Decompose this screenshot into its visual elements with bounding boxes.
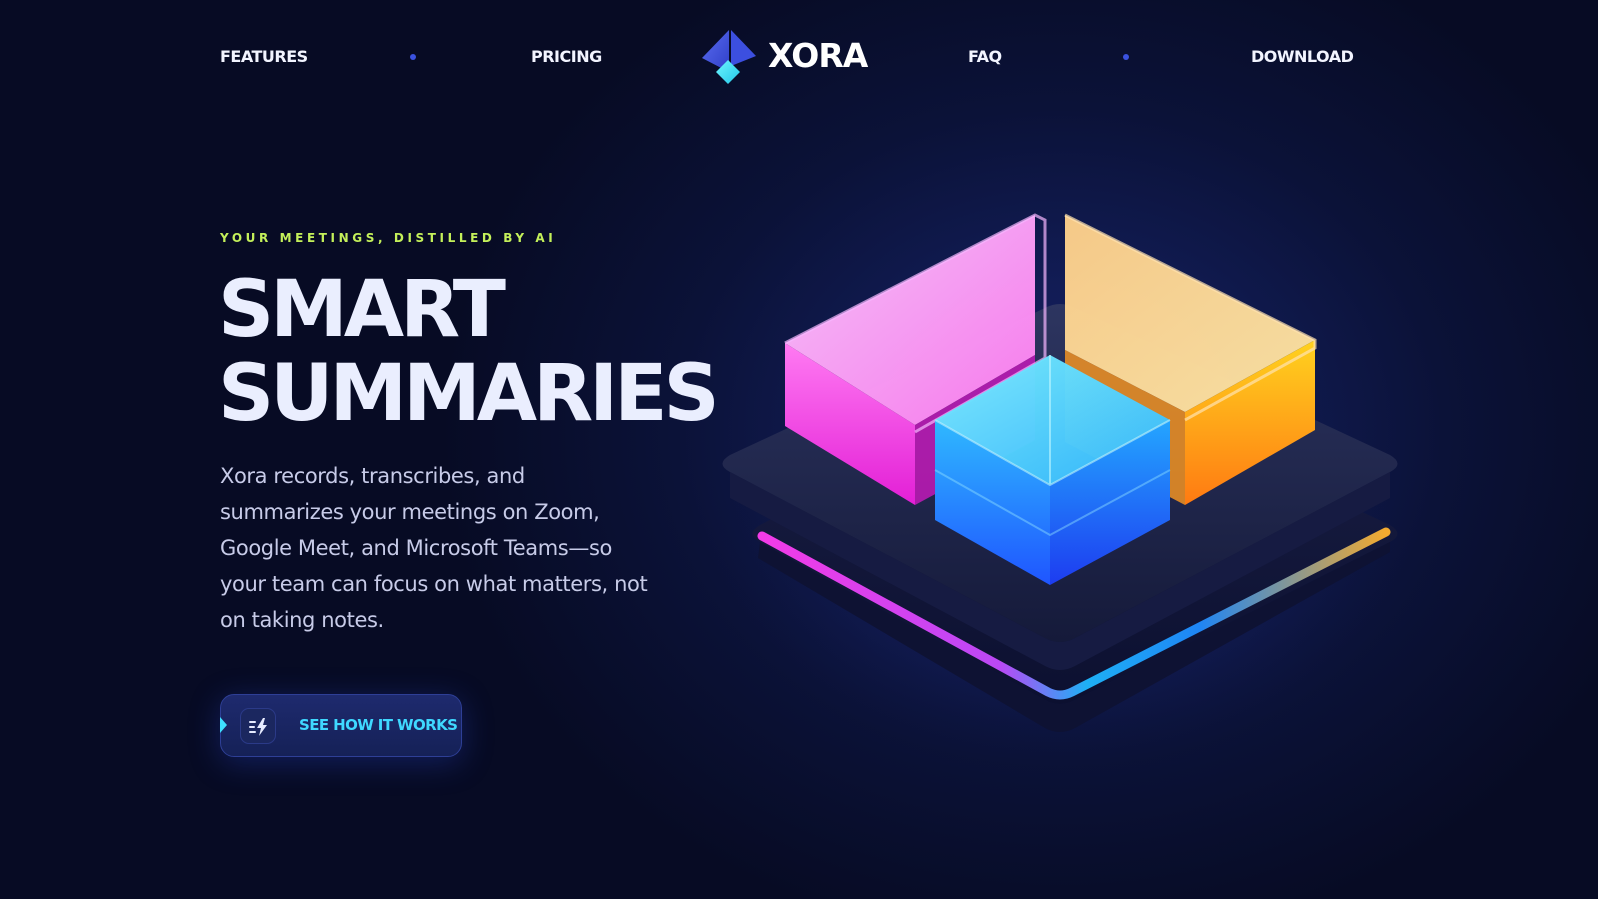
see-how-it-works-button[interactable]: SEE HOW IT WORKS [220,694,462,757]
bolt-list-icon-svg [249,718,267,736]
button-accent-notch [220,717,227,733]
hero-headline: SMART SUMMARIES [218,265,720,439]
nav-separator-dot [1123,54,1129,60]
nav-link-pricing[interactable]: PRICING [531,47,602,66]
hero-eyebrow: YOUR MEETINGS, DISTILLED BY AI [220,231,557,245]
bolt-list-icon [240,708,276,744]
top-navigation: FEATURES PRICING XORA FAQ DOWNLOAD [0,0,1598,115]
nav-link-download[interactable]: DOWNLOAD [1251,47,1354,66]
headline-line-2: SUMMARIES [218,349,720,439]
logo-wordmark: XORA [768,36,868,75]
nav-link-features[interactable]: FEATURES [220,47,308,66]
isometric-glass-blocks-icon [700,213,1420,760]
headline-line-1: SMART [218,265,506,355]
nav-separator-dot [410,54,416,60]
cta-label: SEE HOW IT WORKS [299,716,458,734]
xora-logo-icon [702,30,756,84]
xora-logo[interactable]: XORA [700,28,870,88]
nav-link-faq[interactable]: FAQ [968,47,1002,66]
hero-description: Xora records, transcribes, and summarize… [220,464,648,632]
